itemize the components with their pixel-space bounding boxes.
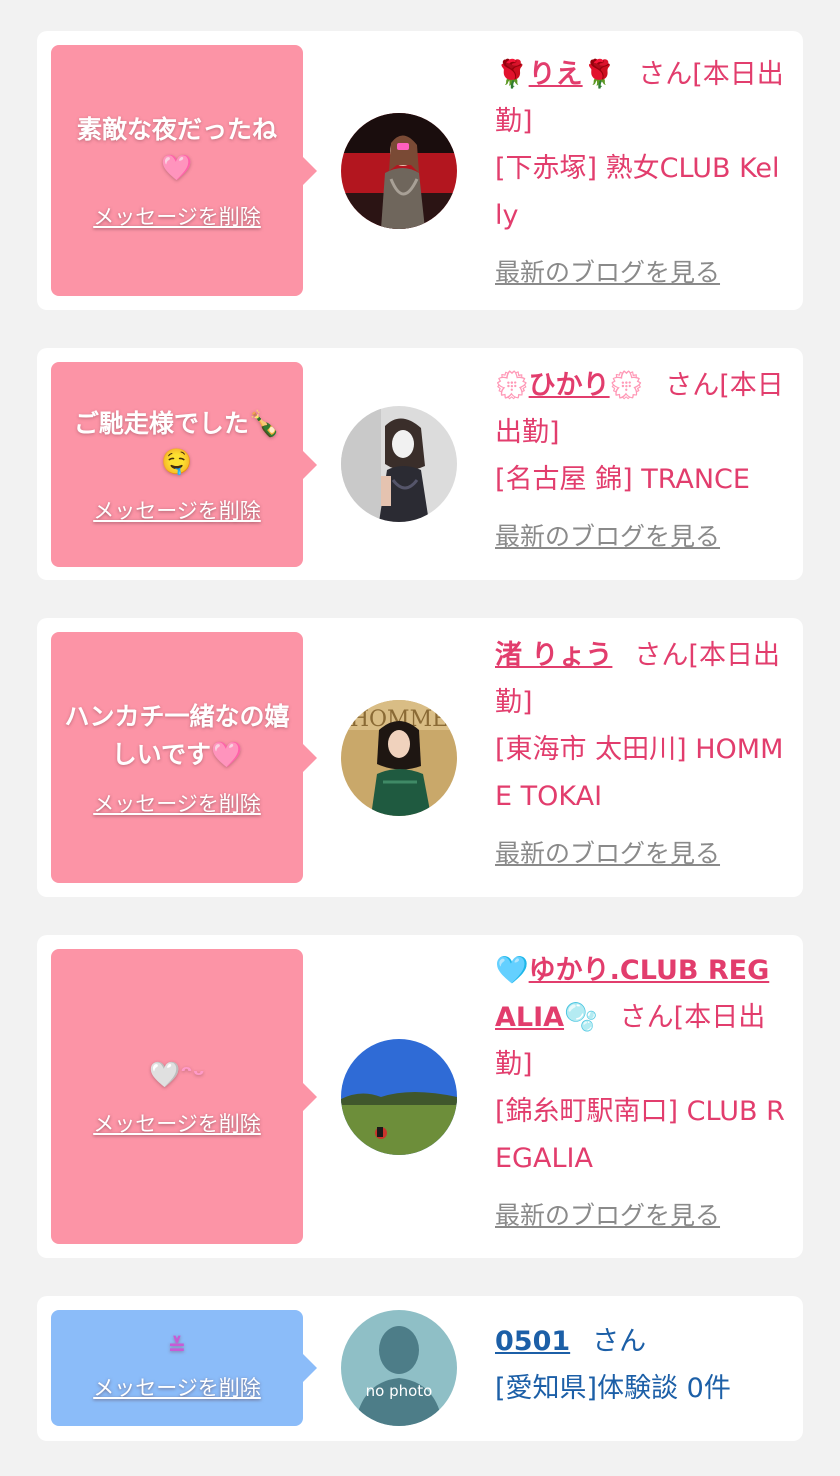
message-card: ≚ メッセージを削除 no photo 0501 さん [愛知県]体験談 0件 — [37, 1296, 803, 1441]
review-count-text: [愛知県]体験談 0件 — [495, 1373, 731, 1404]
flower-icon: 💮 — [495, 370, 529, 401]
cast-name-link[interactable]: 渚 りょう — [495, 640, 612, 671]
message-bubble: ご馳走様でした🍾 🤤 メッセージを削除 — [51, 362, 317, 567]
smile-icon: ᵔᵕ — [180, 1059, 205, 1089]
shop-text: [錦糸町駅南口] CLUB REGALIA — [495, 1096, 785, 1174]
shop-text: [下赤塚] 熟女CLUB Kelly — [495, 153, 780, 231]
shop-text: [東海市 太田川] HOMME TOKAI — [495, 734, 784, 812]
light-blue-heart-icon: 🩵 — [495, 955, 529, 986]
emoticon-icon: ≚ — [167, 1335, 187, 1360]
honorific: さん — [619, 1002, 674, 1033]
avatar[interactable] — [341, 113, 457, 229]
honorific: さん — [634, 640, 689, 671]
user-name-link[interactable]: 0501 — [495, 1326, 570, 1357]
rose-icon: 🌹 — [582, 59, 617, 90]
delete-message-link[interactable]: メッセージを削除 — [93, 201, 261, 231]
message-bubble: ≚ メッセージを削除 — [51, 1310, 317, 1426]
avatar[interactable] — [341, 406, 457, 522]
shop-text: [名古屋 錦] TRANCE — [495, 464, 750, 495]
latest-blog-link[interactable]: 最新のブログを見る — [495, 1192, 785, 1239]
message-card: ご馳走様でした🍾 🤤 メッセージを削除 💮ひかり💮 さん[本日出勤] [名古屋 錦… — [37, 348, 803, 580]
cast-info: 🩵ゆかり.CLUB REGALIA🫧 さん[本日出勤] [錦糸町駅南口] CLUB… — [495, 947, 785, 1239]
cast-name-link[interactable]: 🌹りえ🌹 — [495, 59, 616, 90]
cast-info: 渚 りょう さん[本日出勤] [東海市 太田川] HOMME TOKAI 最新のブ… — [495, 632, 785, 877]
message-text: ご馳走様でした🍾 🤤 — [73, 408, 281, 476]
user-info: 0501 さん [愛知県]体験談 0件 — [495, 1318, 785, 1412]
rose-icon: 🌹 — [495, 59, 529, 90]
honorific: さん — [665, 370, 720, 401]
message-bubble: 🤍ᵔᵕ メッセージを削除 — [51, 949, 317, 1244]
avatar[interactable] — [341, 1039, 457, 1155]
cast-name-link[interactable]: 💮ひかり💮 — [495, 370, 643, 401]
cast-info: 🌹りえ🌹 さん[本日出勤] [下赤塚] 熟女CLUB Kelly 最新のブログを見… — [495, 51, 785, 296]
heart-icon: 🩷 — [211, 739, 243, 769]
message-bubble: 素敵な夜だったね 🩷 メッセージを削除 — [51, 45, 317, 296]
message-bubble: ハンカチ一緒なの嬉しいです🩷 メッセージを削除 — [51, 632, 317, 883]
delete-message-link[interactable]: メッセージを削除 — [93, 1372, 261, 1402]
latest-blog-link[interactable]: 最新のブログを見る — [495, 830, 785, 877]
latest-blog-link[interactable]: 最新のブログを見る — [495, 249, 785, 296]
honorific: さん — [592, 1326, 647, 1357]
message-text: 素敵な夜だったね 🩷 — [76, 114, 277, 182]
heart-icon: 🩷 — [161, 152, 193, 182]
message-text: ≚ — [168, 1334, 186, 1362]
latest-blog-link[interactable]: 最新のブログを見る — [495, 513, 785, 560]
message-text: 🤍ᵔᵕ — [149, 1056, 205, 1094]
avatar[interactable]: no photo — [341, 1310, 457, 1426]
drooling-face-icon: 🤤 — [161, 446, 193, 476]
no-photo-label: no photo — [365, 1382, 433, 1400]
message-card: ハンカチ一緒なの嬉しいです🩷 メッセージを削除 HOMME 渚 りょう さん[本日… — [37, 618, 803, 897]
honorific: さん — [638, 59, 693, 90]
bubbles-icon: 🫧 — [564, 1002, 598, 1033]
delete-message-link[interactable]: メッセージを削除 — [93, 788, 261, 818]
delete-message-link[interactable]: メッセージを削除 — [93, 1108, 261, 1138]
message-text: ハンカチ一緒なの嬉しいです🩷 — [64, 701, 290, 769]
cast-info: 💮ひかり💮 さん[本日出勤] [名古屋 錦] TRANCE 最新のブログを見る — [495, 362, 785, 560]
flower-icon: 💮 — [609, 370, 644, 401]
delete-message-link[interactable]: メッセージを削除 — [93, 495, 261, 525]
message-card: 素敵な夜だったね 🩷 メッセージを削除 🌹りえ🌹 さん[本日出勤] [下赤塚] 熟… — [37, 31, 803, 310]
white-heart-icon: 🤍 — [149, 1059, 181, 1089]
message-card: 🤍ᵔᵕ メッセージを削除 🩵ゆかり.CLUB REGALIA🫧 さん[本日出勤] … — [37, 935, 803, 1258]
avatar[interactable]: HOMME — [341, 700, 457, 816]
